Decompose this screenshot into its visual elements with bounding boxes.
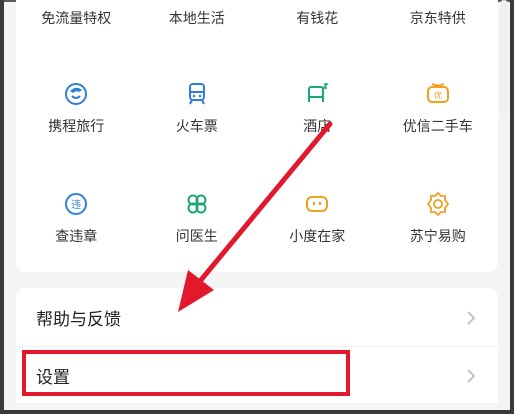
service-label: 优信二手车 bbox=[402, 119, 473, 135]
ctrip-icon bbox=[62, 80, 90, 108]
service-jd-special[interactable]: 京东特供 bbox=[378, 6, 499, 32]
svg-text:违: 违 bbox=[71, 199, 81, 211]
service-used-car[interactable]: 优 优信二手车 bbox=[378, 80, 499, 150]
frame-border bbox=[0, 0, 4, 414]
help-feedback-label: 帮助与反馈 bbox=[36, 309, 121, 330]
service-free-traffic[interactable]: 免流量特权 bbox=[16, 6, 137, 32]
hotel-bed-icon bbox=[303, 80, 331, 108]
service-label: 酒店 bbox=[303, 119, 332, 135]
frame-border bbox=[0, 410, 514, 414]
frame-border bbox=[510, 0, 514, 414]
suning-icon bbox=[424, 190, 452, 218]
services-row-1: 携程旅行 火车票 酒店 优 优信二手车 bbox=[16, 80, 498, 150]
service-youqianhua[interactable]: 有钱花 bbox=[257, 6, 378, 32]
help-feedback-item[interactable]: 帮助与反馈 bbox=[16, 288, 498, 346]
service-traffic-violation[interactable]: 违 查违章 bbox=[16, 190, 137, 260]
top-services-row: 免流量特权 本地生活 有钱花 京东特供 bbox=[16, 6, 498, 32]
used-car-icon: 优 bbox=[424, 80, 452, 108]
xiaodu-icon bbox=[303, 190, 331, 218]
service-suning[interactable]: 苏宁易购 bbox=[378, 190, 499, 260]
traffic-violation-icon: 违 bbox=[62, 190, 90, 218]
scroll-indicator bbox=[500, 0, 508, 118]
chevron-right-icon bbox=[466, 368, 476, 387]
service-ask-doctor[interactable]: 问医生 bbox=[137, 190, 258, 260]
service-xiaodu[interactable]: 小度在家 bbox=[257, 190, 378, 260]
service-hotel[interactable]: 酒店 bbox=[257, 80, 378, 150]
service-label: 苏宁易购 bbox=[409, 229, 466, 245]
service-ctrip[interactable]: 携程旅行 bbox=[16, 80, 137, 150]
train-icon bbox=[183, 80, 211, 108]
settings-highlight-box bbox=[22, 350, 350, 396]
clover-doctor-icon bbox=[183, 190, 211, 218]
service-local-life[interactable]: 本地生活 bbox=[137, 6, 258, 32]
service-label: 查违章 bbox=[55, 229, 98, 245]
service-train-ticket[interactable]: 火车票 bbox=[137, 80, 258, 150]
screenshot-frame: 免流量特权 本地生活 有钱花 京东特供 携程旅行 火车票 酒店 优 优信二手车 … bbox=[0, 0, 514, 414]
service-label: 问医生 bbox=[175, 229, 218, 245]
section-gap bbox=[16, 272, 498, 286]
service-label: 携程旅行 bbox=[48, 119, 105, 135]
svg-text:优: 优 bbox=[434, 90, 442, 100]
service-label: 小度在家 bbox=[289, 229, 346, 245]
services-row-2: 违 查违章 问医生 小度在家 苏宁易购 bbox=[16, 190, 498, 260]
chevron-right-icon bbox=[466, 310, 476, 329]
service-label: 火车票 bbox=[175, 119, 218, 135]
